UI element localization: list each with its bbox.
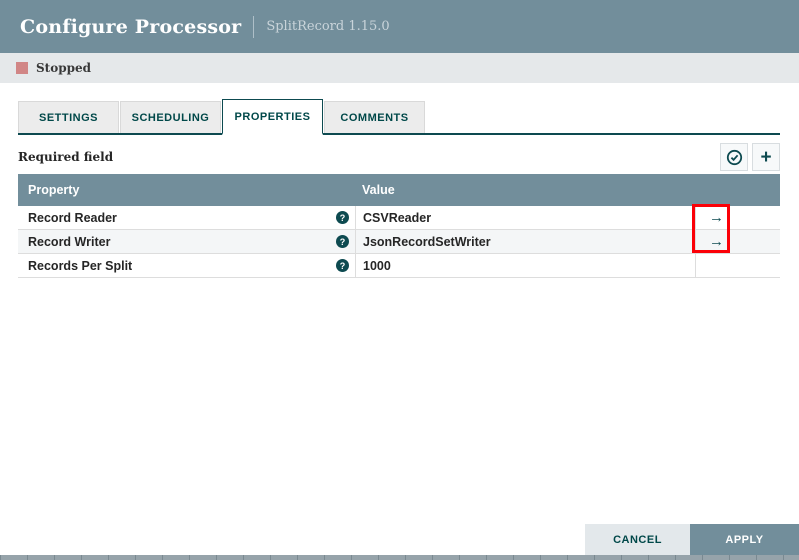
status-label: Stopped: [36, 61, 91, 75]
dialog-title: Configure Processor: [20, 16, 241, 38]
tab-bar: SETTINGS SCHEDULING PROPERTIES COMMENTS: [18, 99, 780, 135]
column-header-property: Property: [18, 183, 355, 197]
property-name: Records Per Split: [28, 259, 132, 273]
dialog-footer: CANCEL APPLY: [585, 524, 799, 555]
verify-properties-button[interactable]: [720, 143, 748, 171]
properties-table: Property Value Record Reader ? CSVReader…: [18, 174, 780, 278]
column-header-value: Value: [355, 183, 780, 197]
plus-icon: +: [760, 148, 771, 167]
property-toolbar-buttons: +: [720, 143, 780, 171]
dialog-header: Configure Processor SplitRecord 1.15.0: [0, 0, 799, 53]
table-header: Property Value: [18, 174, 780, 206]
table-row-records-per-split[interactable]: Records Per Split ? 1000: [18, 254, 780, 278]
tab-settings[interactable]: SETTINGS: [18, 101, 119, 133]
status-bar: Stopped: [0, 53, 799, 83]
tab-properties[interactable]: PROPERTIES: [222, 99, 323, 135]
help-icon[interactable]: ?: [336, 235, 349, 248]
properties-toolbar: Required field +: [18, 142, 780, 172]
tab-comments[interactable]: COMMENTS: [324, 101, 425, 133]
help-icon[interactable]: ?: [336, 211, 349, 224]
table-row-record-writer[interactable]: Record Writer ? JsonRecordSetWriter →: [18, 230, 780, 254]
help-icon[interactable]: ?: [336, 259, 349, 272]
property-value[interactable]: CSVReader: [363, 211, 431, 225]
property-value[interactable]: JsonRecordSetWriter: [363, 235, 491, 249]
required-field-label: Required field: [18, 150, 113, 164]
tab-scheduling[interactable]: SCHEDULING: [120, 101, 221, 133]
arrow-right-icon: →: [709, 233, 724, 250]
go-to-service-button[interactable]: →: [705, 234, 728, 249]
go-to-service-button[interactable]: →: [705, 210, 728, 225]
stopped-status-icon: [16, 62, 28, 74]
apply-button[interactable]: APPLY: [690, 524, 799, 555]
cancel-button[interactable]: CANCEL: [585, 524, 690, 555]
processor-name-version: SplitRecord 1.15.0: [266, 19, 389, 34]
property-name: Record Writer: [28, 235, 110, 249]
table-row-record-reader[interactable]: Record Reader ? CSVReader →: [18, 206, 780, 230]
add-property-button[interactable]: +: [752, 143, 780, 171]
arrow-right-icon: →: [709, 209, 724, 226]
property-name: Record Reader: [28, 211, 117, 225]
title-divider: [253, 16, 254, 38]
check-circle-icon: [726, 149, 743, 166]
property-value[interactable]: 1000: [363, 259, 391, 273]
background-canvas-strip: [0, 555, 799, 560]
